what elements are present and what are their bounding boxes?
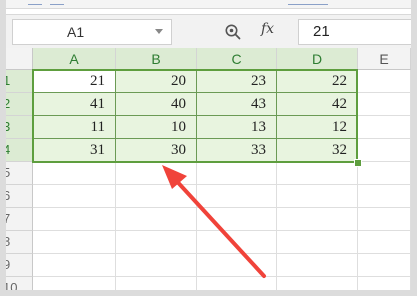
toolbar-strip [6, 0, 411, 9]
empty-cell[interactable] [358, 254, 411, 277]
cell-c2[interactable]: 43 [197, 93, 277, 116]
row-header-6[interactable]: 6 [6, 185, 33, 208]
empty-cell[interactable] [277, 277, 358, 290]
row-header-9[interactable]: 9 [6, 254, 33, 277]
empty-cell[interactable] [116, 162, 197, 185]
cell-d3[interactable]: 12 [277, 116, 358, 139]
fx-icon[interactable]: fx [261, 21, 274, 37]
empty-cell[interactable] [116, 208, 197, 231]
name-box-value: A1 [67, 24, 85, 40]
empty-cell[interactable] [33, 162, 116, 185]
row-header-2[interactable]: 2 [6, 93, 33, 116]
column-header-c[interactable]: C [197, 48, 277, 70]
empty-cell[interactable] [33, 254, 116, 277]
cell-e3[interactable] [358, 116, 411, 139]
row-header-1[interactable]: 1 [6, 70, 33, 93]
cell-c3[interactable]: 13 [197, 116, 277, 139]
empty-cell[interactable] [116, 277, 197, 290]
cell-e4[interactable] [358, 139, 411, 162]
cell-c4[interactable]: 33 [197, 139, 277, 162]
empty-cell[interactable] [33, 208, 116, 231]
empty-cell[interactable] [197, 185, 277, 208]
empty-cell[interactable] [33, 277, 116, 290]
empty-cell[interactable] [116, 185, 197, 208]
toolbar-icon[interactable] [28, 0, 42, 5]
empty-cell[interactable] [277, 254, 358, 277]
empty-cell[interactable] [197, 254, 277, 277]
empty-cell[interactable] [197, 231, 277, 254]
cell-a4[interactable]: 31 [33, 139, 116, 162]
empty-cell[interactable] [277, 185, 358, 208]
select-all-corner[interactable] [6, 48, 33, 70]
cell-a3[interactable]: 11 [33, 116, 116, 139]
empty-cell[interactable] [358, 208, 411, 231]
cell-b2[interactable]: 40 [116, 93, 197, 116]
row-header-3[interactable]: 3 [6, 116, 33, 139]
cell-a1[interactable]: 21 [33, 70, 116, 93]
empty-cell[interactable] [277, 231, 358, 254]
empty-cell[interactable] [358, 185, 411, 208]
empty-cell[interactable] [277, 208, 358, 231]
cell-c1[interactable]: 23 [197, 70, 277, 93]
name-box[interactable]: A1 [12, 19, 172, 45]
cell-b4[interactable]: 30 [116, 139, 197, 162]
toolbar-icon[interactable] [50, 0, 64, 5]
row-header-7[interactable]: 7 [6, 208, 33, 231]
empty-cell[interactable] [197, 208, 277, 231]
column-header-a[interactable]: A [33, 48, 116, 70]
cell-b3[interactable]: 10 [116, 116, 197, 139]
empty-cell[interactable] [277, 162, 358, 185]
empty-cell[interactable] [116, 231, 197, 254]
cell-b1[interactable]: 20 [116, 70, 197, 93]
row-header-10[interactable]: 10 [6, 277, 33, 290]
formula-bar: A1 fx 21 [6, 14, 411, 50]
toolbar-icon[interactable] [288, 0, 328, 5]
sheet-grid: A B C D E 1 2 3 4 5 6 7 8 9 10 21 20 23 … [6, 48, 411, 290]
cell-e1[interactable] [358, 70, 411, 93]
cell-d4[interactable]: 32 [277, 139, 358, 162]
row-header-4[interactable]: 4 [6, 139, 33, 162]
empty-cell[interactable] [358, 162, 411, 185]
cell-d1[interactable]: 22 [277, 70, 358, 93]
spreadsheet-window: A1 fx 21 A B C D E 1 2 3 4 5 6 7 8 9 10 … [0, 0, 417, 296]
empty-cell[interactable] [197, 162, 277, 185]
cell-a2[interactable]: 41 [33, 93, 116, 116]
row-header-8[interactable]: 8 [6, 231, 33, 254]
column-header-e[interactable]: E [358, 48, 411, 70]
cell-e2[interactable] [358, 93, 411, 116]
chevron-down-icon[interactable] [155, 29, 163, 34]
zoom-icon[interactable] [224, 23, 242, 41]
fill-handle[interactable] [354, 159, 362, 167]
empty-cell[interactable] [358, 231, 411, 254]
empty-cell[interactable] [33, 185, 116, 208]
column-header-d[interactable]: D [277, 48, 358, 70]
row-header-5[interactable]: 5 [6, 162, 33, 185]
empty-cell[interactable] [358, 277, 411, 290]
column-header-b[interactable]: B [116, 48, 197, 70]
empty-cell[interactable] [116, 254, 197, 277]
empty-cell[interactable] [33, 231, 116, 254]
formula-input[interactable]: 21 [298, 19, 411, 45]
empty-cell[interactable] [197, 277, 277, 290]
cell-d2[interactable]: 42 [277, 93, 358, 116]
